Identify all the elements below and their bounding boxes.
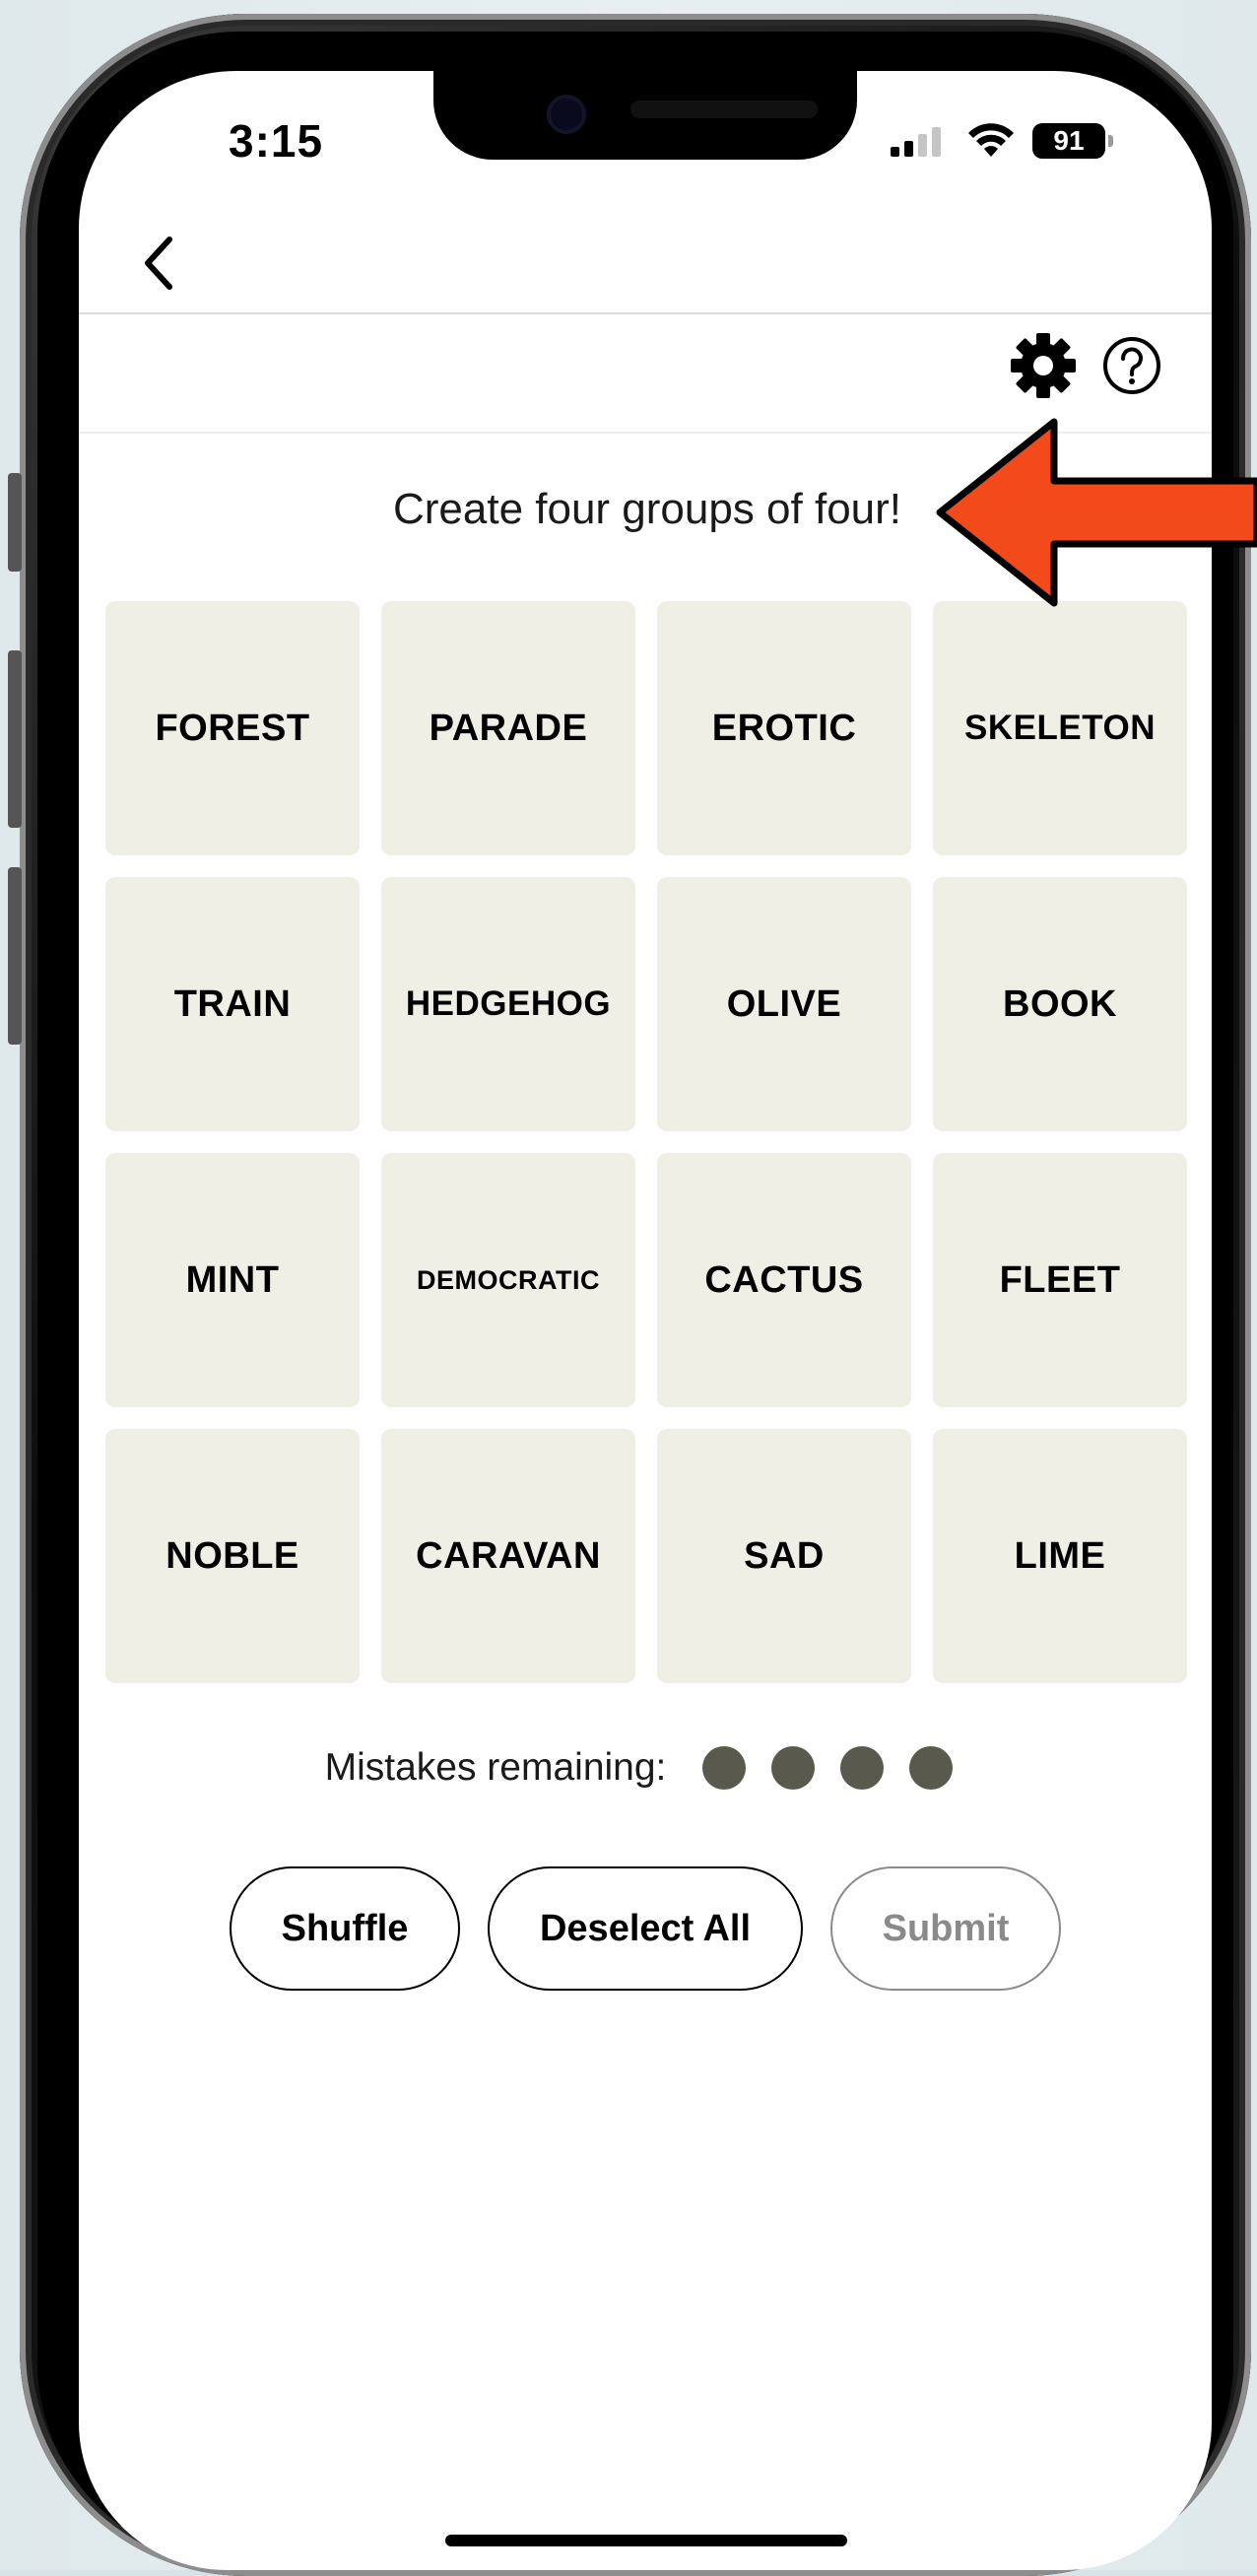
word-tile[interactable]: SKELETON	[933, 601, 1187, 855]
word-tile[interactable]: LIME	[933, 1429, 1187, 1683]
question-circle-icon[interactable]	[1101, 335, 1162, 396]
word-tile[interactable]: CACTUS	[657, 1153, 911, 1407]
status-time: 3:15	[229, 115, 324, 167]
word-tile[interactable]: HEDGEHOG	[381, 877, 635, 1131]
header-divider	[79, 312, 1212, 314]
word-tile[interactable]: FLEET	[933, 1153, 1187, 1407]
mute-switch	[8, 473, 22, 572]
instructions-text: Create four groups of four!	[392, 485, 902, 533]
submit-button[interactable]: Submit	[830, 1866, 1061, 1991]
action-buttons: Shuffle Deselect All Submit	[79, 1866, 1212, 1991]
word-tile[interactable]: CARAVAN	[381, 1429, 635, 1683]
word-tile[interactable]: EROTIC	[657, 601, 911, 855]
annotation-arrow-icon	[936, 418, 1257, 607]
word-tile[interactable]: FOREST	[105, 601, 360, 855]
wifi-icon	[968, 123, 1014, 157]
gear-icon[interactable]	[1009, 331, 1078, 400]
mistake-dot	[909, 1746, 954, 1790]
word-tile[interactable]: NOBLE	[105, 1429, 360, 1683]
shuffle-button[interactable]: Shuffle	[230, 1866, 460, 1991]
back-button[interactable]	[128, 224, 187, 303]
volume-up-button	[8, 650, 22, 828]
home-indicator	[445, 2535, 847, 2546]
word-tile[interactable]: DEMOCRATIC	[381, 1153, 635, 1407]
mistake-dot	[702, 1746, 747, 1790]
word-tile[interactable]: PARADE	[381, 601, 635, 855]
mistake-dot	[771, 1746, 816, 1790]
battery-indicator: 91	[1032, 123, 1113, 159]
status-icons: 91	[891, 118, 1113, 164]
word-tile[interactable]: TRAIN	[105, 877, 360, 1131]
signal-icon	[891, 125, 946, 157]
mistake-dot	[840, 1746, 885, 1790]
earpiece	[630, 101, 818, 118]
battery-level: 91	[1053, 125, 1085, 156]
word-grid: FOREST PARADE EROTIC SKELETON TRAIN HEDG…	[105, 601, 1187, 1683]
chevron-left-icon	[145, 237, 172, 290]
mistakes-remaining: Mistakes remaining:	[79, 1746, 1212, 1790]
mistakes-label: Mistakes remaining:	[324, 1746, 667, 1789]
volume-down-button	[8, 867, 22, 1045]
word-tile[interactable]: BOOK	[933, 877, 1187, 1131]
deselect-all-button[interactable]: Deselect All	[488, 1866, 803, 1991]
word-tile[interactable]: MINT	[105, 1153, 360, 1407]
front-camera	[547, 95, 586, 134]
word-tile[interactable]: OLIVE	[657, 877, 911, 1131]
word-tile[interactable]: SAD	[657, 1429, 911, 1683]
